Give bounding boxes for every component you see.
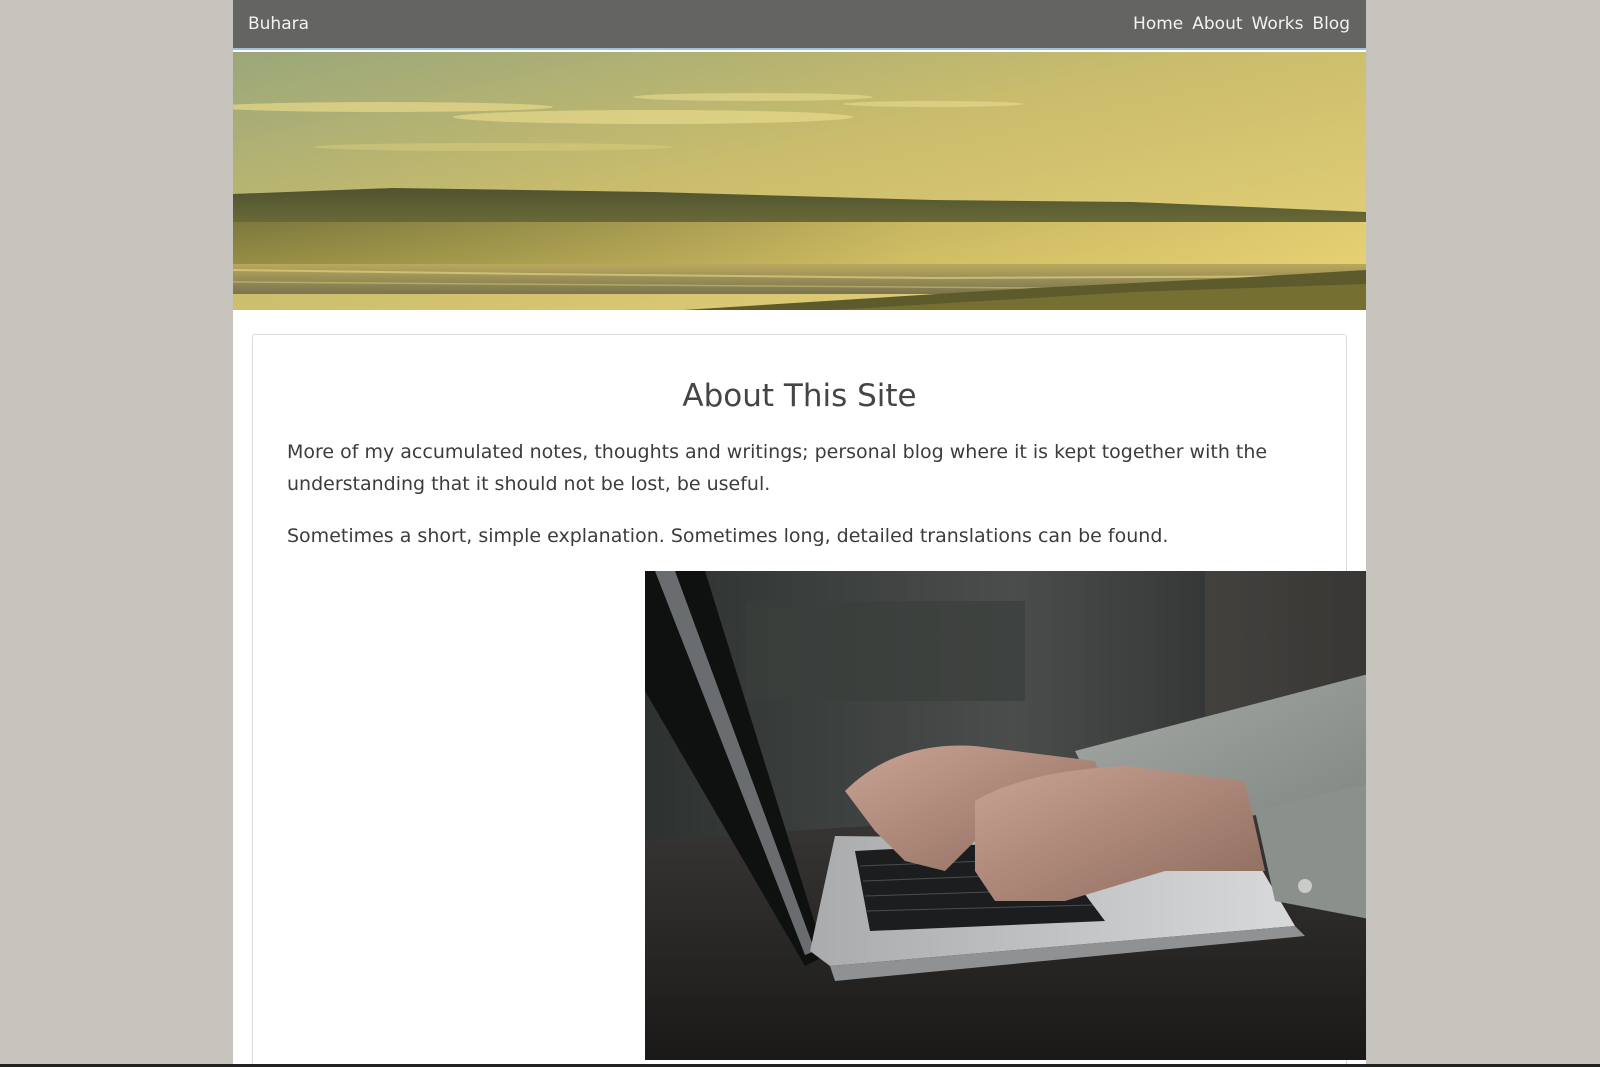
nav-links: Home About Works Blog xyxy=(1133,14,1350,34)
about-paragraph-1: More of my accumulated notes, thoughts a… xyxy=(287,441,1268,495)
nav-link-blog[interactable]: Blog xyxy=(1312,14,1350,34)
laptop-typing-photo xyxy=(645,571,1366,1060)
nav-link-works[interactable]: Works xyxy=(1252,14,1304,34)
page-title: About This Site xyxy=(682,378,917,414)
navbar: Buhara Home About Works Blog xyxy=(233,0,1366,50)
nav-link-about[interactable]: About xyxy=(1192,14,1242,34)
nav-link-home[interactable]: Home xyxy=(1133,14,1183,34)
page-container: Buhara Home About Works Blog About This … xyxy=(233,0,1366,1067)
brand-link[interactable]: Buhara xyxy=(248,14,309,34)
hero-banner-image xyxy=(233,52,1366,310)
about-paragraph-2: Sometimes a short, simple explanation. S… xyxy=(287,525,1169,547)
